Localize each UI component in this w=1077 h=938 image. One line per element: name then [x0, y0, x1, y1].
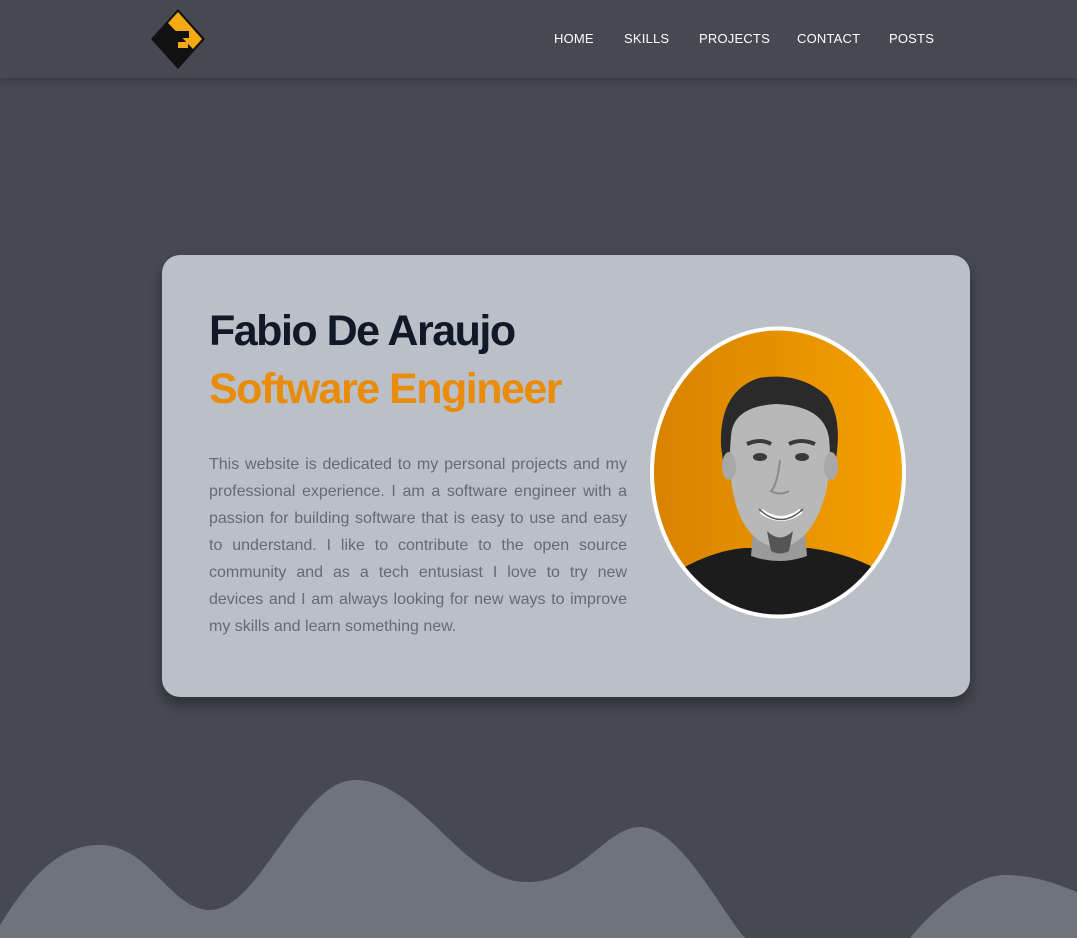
navbar: HOME SKILLS PROJECTS CONTACT POSTS [0, 0, 1077, 78]
hero-bio: This website is dedicated to my personal… [209, 456, 627, 635]
decorative-waves [0, 780, 1077, 938]
nav-skills[interactable]: SKILLS [624, 31, 669, 46]
page: HOME SKILLS PROJECTS CONTACT POSTS Fabio… [0, 0, 1077, 938]
nav-posts[interactable]: POSTS [889, 31, 934, 46]
nav-home[interactable]: HOME [554, 31, 594, 46]
profile-photo [650, 326, 906, 619]
hero-role: Software Engineer [209, 365, 563, 413]
main-nav: HOME SKILLS PROJECTS CONTACT POSTS [0, 31, 1077, 51]
nav-contact[interactable]: CONTACT [797, 31, 860, 46]
hero-card: Fabio De Araujo Software Engineer This w… [162, 255, 970, 697]
nav-projects[interactable]: PROJECTS [699, 31, 770, 46]
hero-name: Fabio De Araujo [209, 307, 516, 355]
